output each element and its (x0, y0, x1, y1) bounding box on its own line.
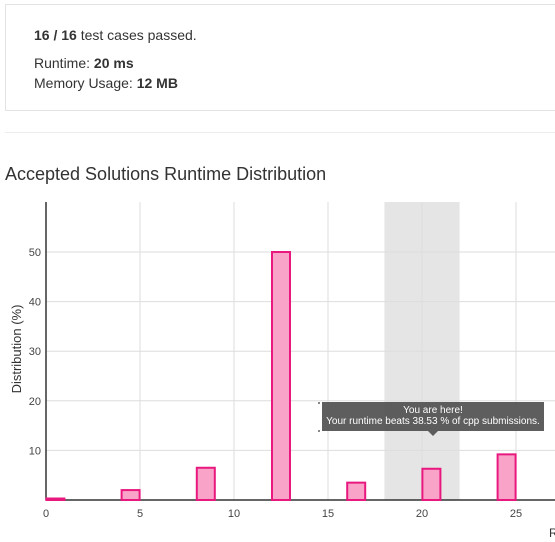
section-title: Accepted Solutions Runtime Distribution (5, 164, 327, 184)
tooltip-corner-mark (318, 402, 320, 404)
memory-value: 12 MB (136, 75, 178, 91)
x-axis-label: R (549, 526, 555, 540)
distribution-bar (421, 467, 442, 502)
distribution-bar (271, 251, 291, 501)
tooltip-line1: You are here! (403, 405, 463, 416)
runtime-distribution-chart[interactable]: 0 5 10 15 20 25 10 20 30 40 50 Distribution (%) R (0, 190, 555, 542)
x-tick-label: 20 (416, 508, 428, 520)
x-tick-label: 0 (43, 508, 49, 520)
y-tick-label: 40 (29, 297, 41, 309)
runtime-label: Runtime: (34, 55, 94, 71)
memory-result: Memory Usage: 12 MB (34, 75, 178, 91)
y-tick-label: 30 (29, 346, 41, 358)
y-tick-label: 10 (29, 445, 41, 457)
test-cases-result: 16 / 16 test cases passed. (34, 27, 197, 43)
distribution-bar (195, 466, 216, 502)
distribution-bar (120, 489, 141, 501)
memory-label: Memory Usage: (34, 75, 137, 91)
x-tick-label: 5 (137, 508, 143, 520)
submission-summary-panel: 16 / 16 test cases passed. Runtime: 20 m… (5, 4, 555, 111)
passed-text: test cases passed. (76, 27, 197, 43)
tooltip-corner-mark (318, 430, 320, 432)
distribution-bar (496, 453, 517, 502)
divider (5, 132, 555, 133)
runtime-tooltip: You are here! Your runtime beats 38.53 %… (322, 402, 544, 436)
y-tick-label: 50 (29, 247, 41, 259)
x-tick-label: 15 (322, 508, 334, 520)
y-axis-label: Distribution (%) (9, 305, 24, 394)
distribution-bar (45, 497, 66, 501)
x-tick-label: 10 (228, 508, 240, 520)
runtime-value: 20 ms (93, 55, 134, 71)
passed-count: 16 / 16 (34, 27, 77, 43)
x-tick-label: 25 (510, 508, 522, 520)
y-tick-label: 20 (29, 396, 41, 408)
distribution-bar (346, 481, 367, 502)
tooltip-line2: Your runtime beats 38.53 % of cpp submis… (326, 416, 540, 427)
runtime-result: Runtime: 20 ms (34, 55, 134, 71)
